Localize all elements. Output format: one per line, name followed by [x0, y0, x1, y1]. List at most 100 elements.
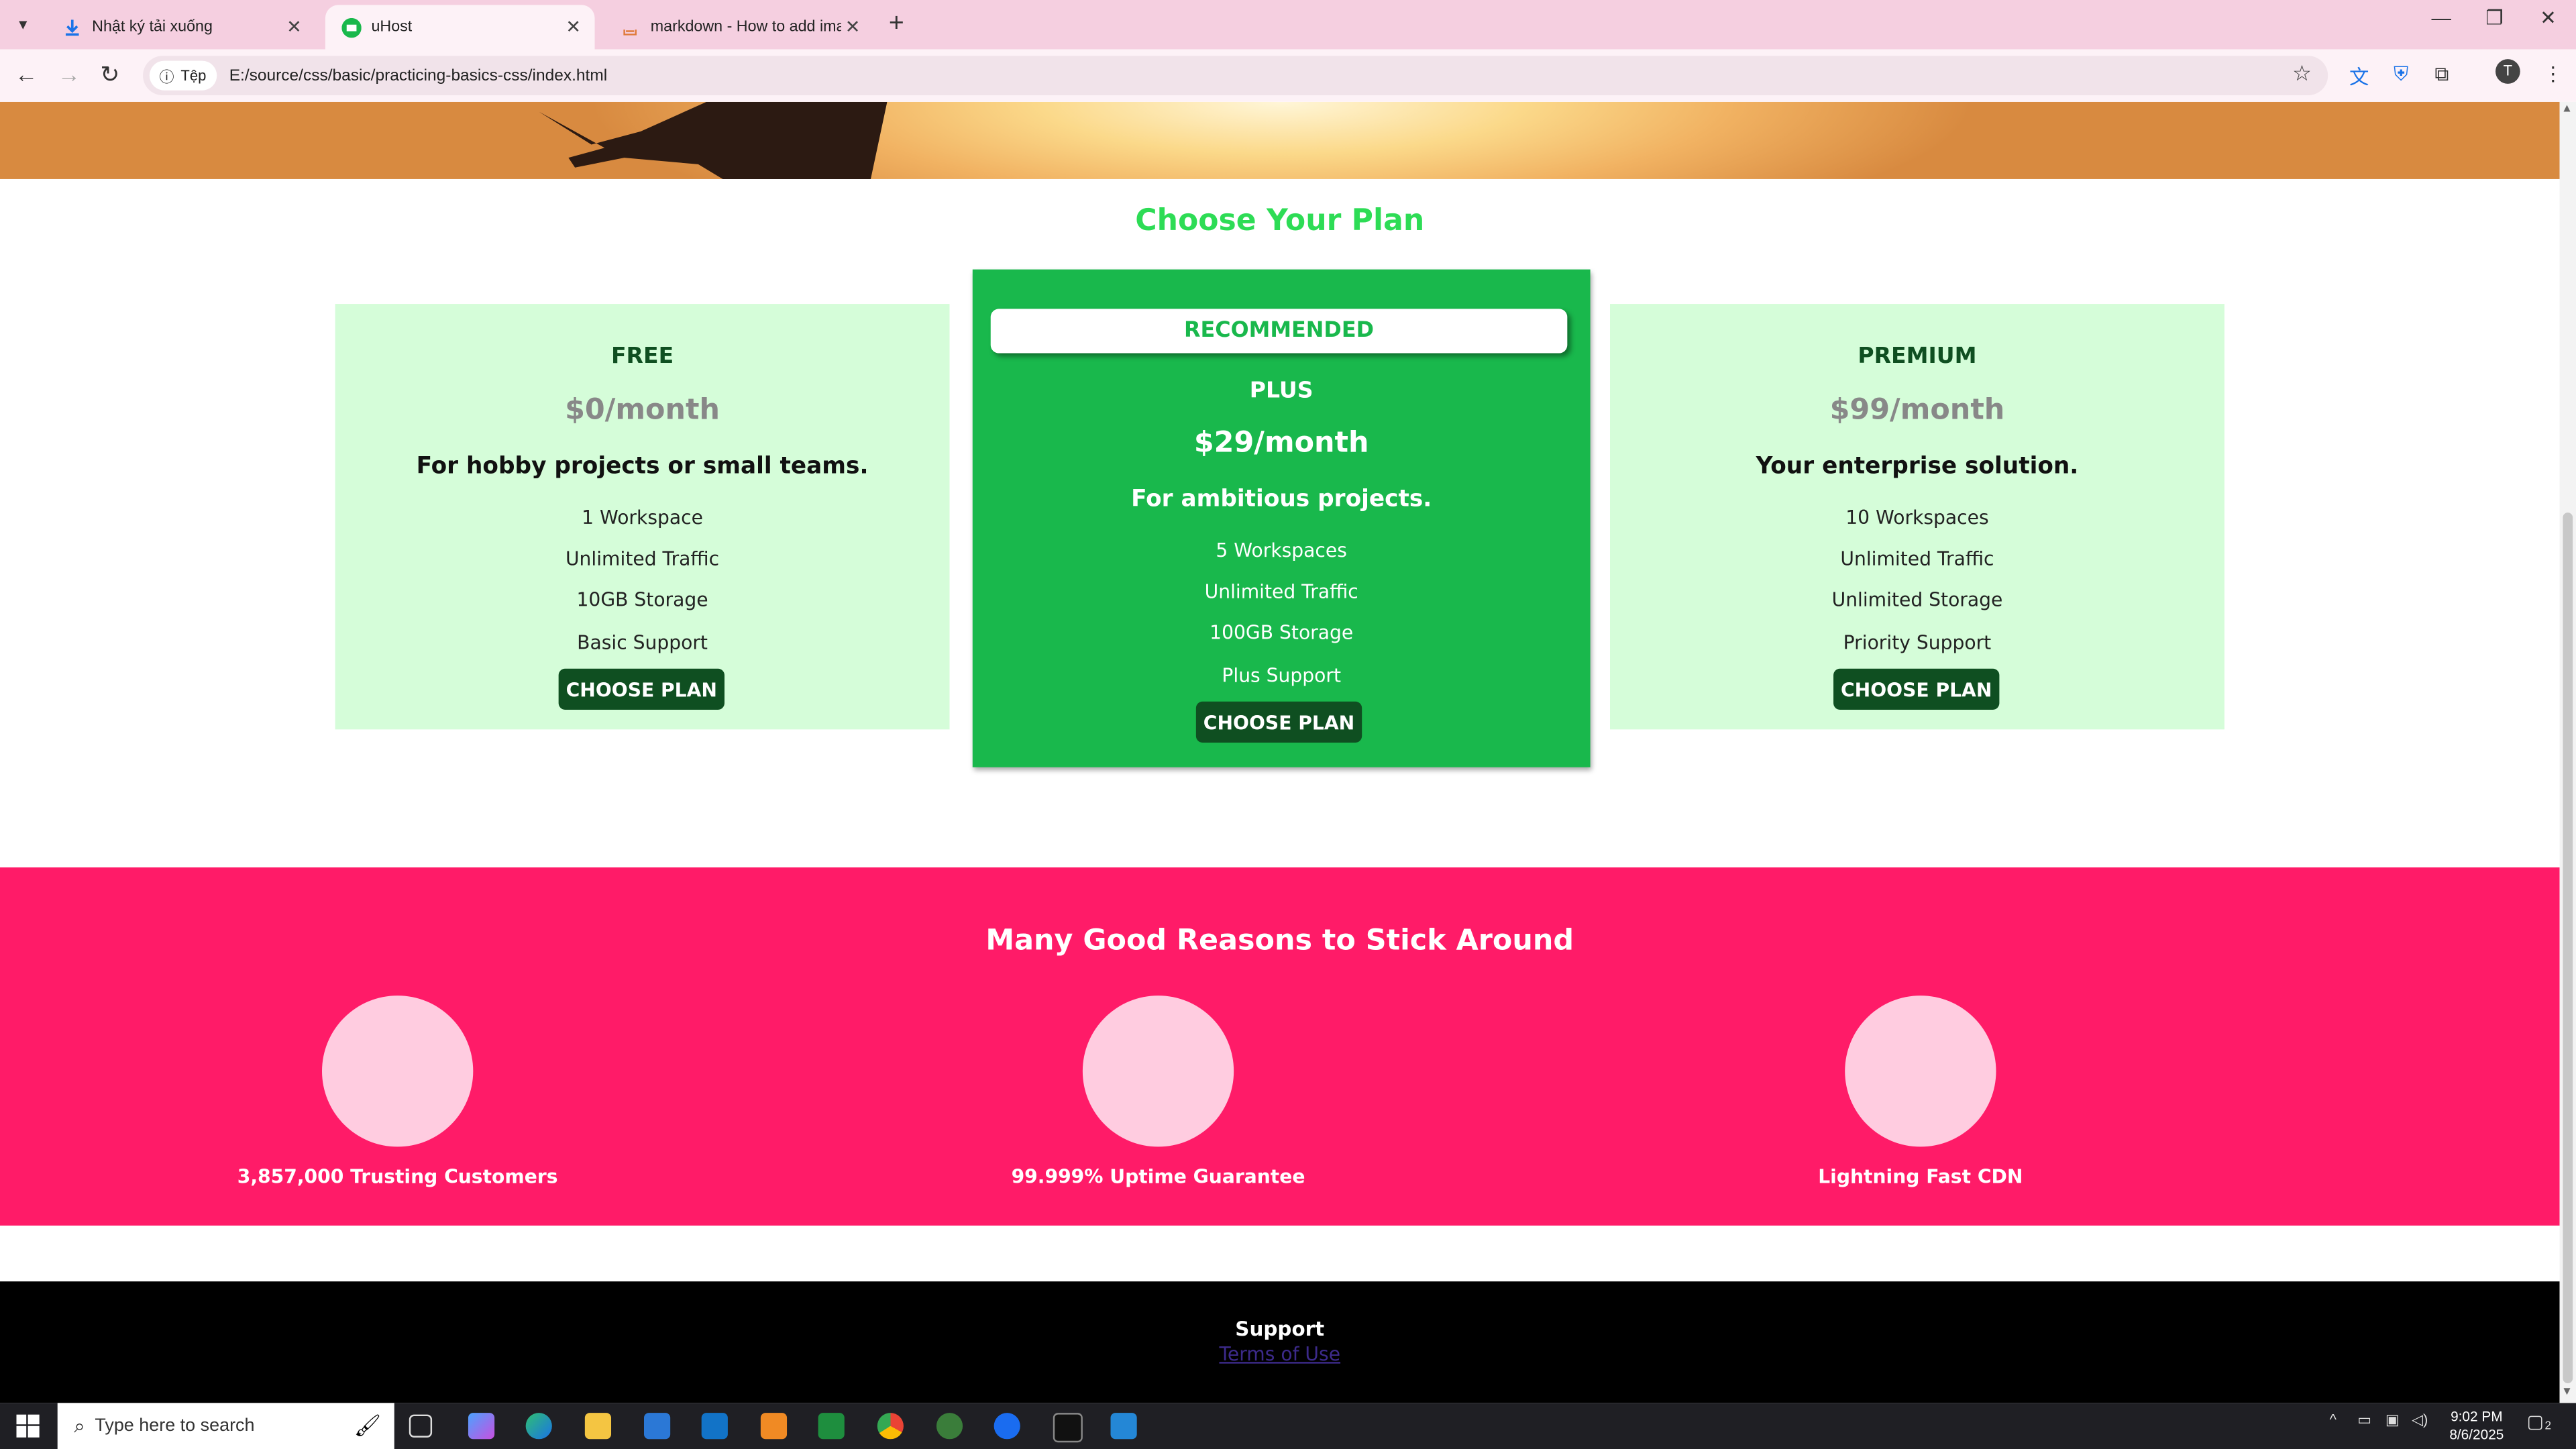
- feature-image: [1845, 996, 1996, 1147]
- scrollbar-thumb[interactable]: [2563, 513, 2573, 1384]
- sublime-icon[interactable]: [760, 1413, 788, 1440]
- feature-label: 99.999% Uptime Guarantee: [1011, 1165, 1305, 1188]
- plan-feature: Unlimited Storage: [1831, 588, 2003, 612]
- tray-device-icon[interactable]: ▭: [2357, 1411, 2371, 1430]
- plan-feature: Unlimited Traffic: [1204, 580, 1358, 603]
- bookmark-star-icon[interactable]: ☆: [2292, 61, 2312, 87]
- page-footer: Support Terms of Use: [0, 1281, 2560, 1403]
- clock-date: 8/6/2025: [2449, 1426, 2504, 1443]
- plan-card-plus: RECOMMENDED PLUS $29/month For ambitious…: [972, 269, 1591, 767]
- plan-name: PREMIUM: [1858, 343, 1977, 370]
- plan-feature: 10 Workspaces: [1845, 506, 1989, 529]
- store-icon[interactable]: [644, 1413, 671, 1440]
- site-info-chip[interactable]: ⓘ Tệp: [149, 60, 217, 91]
- plan-description: For hobby projects or small teams.: [416, 453, 869, 480]
- plan-name: PLUS: [1249, 378, 1313, 405]
- windows-start-icon[interactable]: [16, 1414, 40, 1438]
- forward-icon[interactable]: →: [58, 61, 80, 87]
- shield-extension-icon[interactable]: ⛨: [2394, 62, 2408, 87]
- taskbar-search-box[interactable]: ⌕ Type here to search 🖌: [57, 1403, 394, 1449]
- outlook-icon[interactable]: [701, 1413, 728, 1440]
- web-page: Choose Your Plan FREE $0/month For hobby…: [0, 101, 2560, 1403]
- file-explorer-icon[interactable]: [584, 1413, 612, 1440]
- copilot-icon[interactable]: [468, 1413, 495, 1440]
- footer-support-heading: Support: [1235, 1318, 1325, 1341]
- taskbar-clock[interactable]: 9:02 PM 8/6/2025: [2431, 1408, 2522, 1444]
- spreadsheet-app-icon[interactable]: [818, 1413, 845, 1440]
- taskbar-search-placeholder: Type here to search: [95, 1416, 255, 1436]
- plan-feature: Priority Support: [1843, 631, 1992, 654]
- close-tab-icon[interactable]: ✕: [841, 16, 864, 38]
- tab-label: uHost: [371, 17, 413, 36]
- uhost-favicon-icon: [341, 17, 362, 38]
- plan-card-free: FREE $0/month For hobby projects or smal…: [335, 304, 950, 730]
- plan-name: FREE: [610, 343, 674, 370]
- vscode-icon[interactable]: [1110, 1413, 1137, 1440]
- notification-center-icon[interactable]: ▢: [2527, 1411, 2544, 1432]
- scroll-down-arrow-icon[interactable]: ▼: [2561, 1387, 2573, 1398]
- tab-downloads[interactable]: Nhật ký tải xuống ✕: [46, 5, 316, 49]
- plan-feature: 10GB Storage: [576, 588, 708, 612]
- page-scrollbar[interactable]: ▲ ▼: [2559, 101, 2576, 1403]
- person-silhouette: [539, 101, 888, 179]
- menu-kebab-icon[interactable]: ⋮: [2543, 62, 2563, 85]
- paint-brushes-icon: 🖌: [354, 1413, 382, 1438]
- extensions-puzzle-icon[interactable]: ⧉: [2434, 62, 2449, 87]
- plan-price: $99/month: [1829, 394, 2005, 427]
- search-icon: ⌕: [74, 1413, 85, 1437]
- reload-icon[interactable]: ↻: [100, 61, 119, 89]
- plan-description: For ambitious projects.: [1131, 486, 1432, 513]
- choose-plan-button-plus[interactable]: CHOOSE PLAN: [1195, 701, 1362, 743]
- stackoverflow-favicon-icon: [621, 17, 641, 37]
- close-window-icon[interactable]: ✕: [2540, 7, 2557, 30]
- close-tab-icon[interactable]: ✕: [282, 16, 305, 38]
- browser-toolbar: ← → ↻ ⓘ Tệp E:/source/css/basic/practici…: [0, 49, 2576, 102]
- clock-time: 9:02 PM: [2451, 1407, 2503, 1425]
- app-icon[interactable]: [936, 1413, 963, 1440]
- restore-icon[interactable]: ❐: [2485, 7, 2503, 30]
- plan-feature: 5 Workspaces: [1216, 539, 1347, 562]
- feature-image: [1082, 996, 1234, 1147]
- tab-label: markdown - How to add image: [650, 17, 841, 36]
- minimize-icon[interactable]: —: [2431, 7, 2451, 30]
- url-text: E:/source/css/basic/practicing-basics-cs…: [229, 66, 608, 85]
- terminal-icon[interactable]: [1053, 1413, 1083, 1443]
- tab-search-dropdown[interactable]: ▾: [7, 10, 40, 40]
- address-bar[interactable]: ⓘ Tệp E:/source/css/basic/practicing-bas…: [143, 56, 2328, 96]
- close-tab-icon[interactable]: ✕: [562, 16, 585, 38]
- back-icon[interactable]: ←: [15, 61, 38, 87]
- choose-plan-button-free[interactable]: CHOOSE PLAN: [558, 668, 725, 710]
- plan-feature: Plus Support: [1222, 663, 1342, 687]
- network-icon[interactable]: ▣: [2385, 1411, 2400, 1430]
- chrome-icon[interactable]: [877, 1413, 904, 1440]
- plan-feature: Unlimited Traffic: [1840, 547, 1994, 570]
- task-view-icon[interactable]: [409, 1414, 433, 1438]
- plan-price: $29/month: [1193, 427, 1369, 460]
- plan-feature: 1 Workspace: [582, 506, 703, 529]
- tab-markdown[interactable]: markdown - How to add image ✕: [604, 5, 874, 49]
- tab-strip: ▾ Nhật ký tải xuống ✕ uHost ✕ markdown -…: [0, 0, 2576, 50]
- translate-icon[interactable]: 文: [2349, 62, 2369, 91]
- scroll-up-arrow-icon[interactable]: ▲: [2561, 103, 2573, 115]
- new-tab-button[interactable]: +: [889, 10, 904, 40]
- volume-icon[interactable]: ◁): [2412, 1411, 2428, 1430]
- download-icon: [62, 17, 82, 37]
- edge-icon[interactable]: [525, 1413, 552, 1440]
- feature-label: 3,857,000 Trusting Customers: [237, 1165, 558, 1188]
- notification-count-badge: 2: [2544, 1421, 2552, 1433]
- zalo-icon[interactable]: [994, 1413, 1020, 1440]
- plan-description: Your enterprise solution.: [1756, 453, 2079, 480]
- tray-chevron-icon[interactable]: ^: [2330, 1411, 2337, 1428]
- reasons-section: Many Good Reasons to Stick Around 3,857,…: [0, 867, 2560, 1226]
- choose-plan-button-premium[interactable]: CHOOSE PLAN: [1833, 668, 2000, 710]
- profile-avatar[interactable]: T: [2496, 59, 2520, 84]
- reasons-heading: Many Good Reasons to Stick Around: [985, 924, 1574, 958]
- tab-label: Nhật ký tải xuống: [92, 17, 213, 36]
- feature-image: [322, 996, 474, 1147]
- plan-feature: Unlimited Traffic: [565, 547, 720, 570]
- plan-feature: Basic Support: [577, 631, 708, 654]
- terms-of-use-link[interactable]: Terms of Use: [0, 1342, 2560, 1365]
- plans-heading: Choose Your Plan: [1135, 203, 1425, 239]
- tab-uhost[interactable]: uHost ✕: [325, 5, 595, 50]
- plan-card-premium: PREMIUM $99/month Your enterprise soluti…: [1610, 304, 2224, 730]
